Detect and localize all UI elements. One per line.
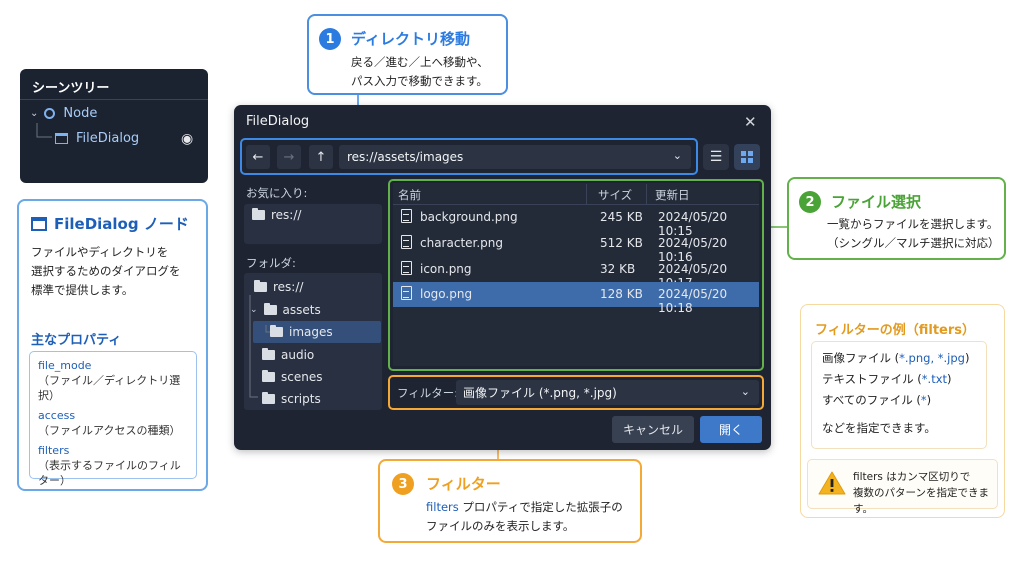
back-button[interactable]: ← [246, 145, 270, 169]
note-text: filters はカンマ区切りで 複数のパターンを指定できます。 [853, 471, 989, 515]
filter-example-list: 画像ファイル (*.png, *.jpg) テキストファイル (*.txt) す… [811, 341, 987, 449]
card-description: ファイルやディレクトリを 選択するためのダイアログを 標準で提供します。 [31, 245, 181, 297]
open-button[interactable]: 開く [700, 416, 762, 443]
tree-item-label: Node [63, 106, 98, 121]
file-icon [401, 235, 412, 249]
step-number: 2 [799, 191, 821, 213]
callout-text: filters プロパティで指定した拡張子の ファイルのみを表示します。 [426, 500, 623, 533]
file-row[interactable]: character.png 512 KB 2024/05/20 10:16 [393, 231, 759, 264]
window-icon [31, 216, 47, 231]
callout-text: 戻る／進む／上へ移動や、 パス入力で移動できます。 [351, 55, 489, 88]
divider [20, 99, 208, 100]
column-separator [586, 184, 587, 204]
file-icon [401, 261, 412, 275]
tree-item-label: FileDialog [76, 131, 140, 146]
prop-name: filters [38, 444, 70, 457]
chevron-down-icon: ⌄ [250, 305, 258, 315]
dialog-title: FileDialog [246, 114, 310, 129]
favorite-item[interactable]: res:// [252, 208, 301, 222]
eye-icon[interactable]: ◉ [181, 131, 193, 147]
folder-item[interactable]: images [270, 325, 333, 339]
tree-connector [36, 123, 52, 138]
chevron-down-icon: ⌄ [30, 108, 39, 119]
callout-filter: 3 フィルター filters プロパティで指定した拡張子の ファイルのみを表示… [378, 459, 642, 543]
favorites-label: お気に入り: [246, 186, 308, 200]
warning-icon [818, 471, 846, 495]
window-icon [55, 133, 68, 144]
file-icon [401, 209, 412, 223]
callout-text: 一覧からファイルを選択します。 （シングル／マルチ選択に対応） [827, 217, 1000, 250]
callout-title: ディレクトリ移動 [351, 30, 470, 48]
step-number: 1 [319, 28, 341, 50]
filter-label: フィルター: [397, 386, 459, 400]
note-box: filters はカンマ区切りで 複数のパターンを指定できます。 [807, 459, 998, 515]
column-header-name[interactable]: 名前 [398, 187, 421, 203]
folder-icon [252, 208, 265, 220]
filter-select[interactable]: 画像ファイル (*.png, *.jpg) ⌄ [456, 380, 759, 405]
path-input[interactable]: res://assets/images ⌄ [339, 145, 691, 169]
folder-item[interactable]: ⌄ assets [250, 303, 321, 317]
callout-file-selection: 2 ファイル選択 一覧からファイルを選択します。 （シングル／マルチ選択に対応） [787, 177, 1006, 260]
callout-title: フィルター [426, 475, 501, 493]
folder-item[interactable]: audio [262, 348, 314, 362]
chevron-down-icon: ⌄ [740, 385, 750, 398]
prop-name: access [38, 409, 76, 422]
up-button[interactable]: ↑ [309, 145, 333, 169]
node-circle-icon [44, 108, 56, 119]
card-title: FileDialog ノード [31, 213, 189, 234]
folder-item[interactable]: res:// [254, 280, 303, 294]
file-dialog-window: FileDialog ✕ ← → ↑ res://assets/images ⌄… [234, 105, 771, 450]
folders-label: フォルダ: [246, 256, 296, 270]
filter-examples-card: フィルターの例（filters） 画像ファイル (*.png, *.jpg) テ… [800, 304, 1005, 518]
filedialog-node-card: FileDialog ノード ファイルやディレクトリを 選択するためのダイアログ… [17, 199, 208, 491]
file-row[interactable]: icon.png 32 KB 2024/05/20 10:17 [393, 257, 759, 290]
callout-directory-navigation: 1 ディレクトリ移動 戻る／進む／上へ移動や、 パス入力で移動できます。 [307, 14, 508, 95]
chevron-down-icon: ⌄ [672, 149, 682, 162]
scene-tree-title: シーンツリー [32, 81, 110, 96]
props-title: 主なプロパティ [31, 333, 122, 348]
prop-desc: （表示するファイルのフィルター） [38, 459, 181, 487]
folder-icon [263, 303, 277, 315]
folder-item[interactable]: scripts [262, 392, 321, 406]
forward-button[interactable]: → [277, 145, 301, 169]
close-icon[interactable]: ✕ [744, 113, 757, 131]
grid-view-icon[interactable] [734, 144, 760, 170]
list-view-icon[interactable]: ☰ [703, 144, 729, 170]
folder-icon [262, 392, 275, 404]
tree-item-filedialog[interactable]: FileDialog [55, 131, 139, 146]
tree-item-node[interactable]: ⌄ Node [30, 106, 97, 121]
callout-title: ファイル選択 [831, 193, 922, 211]
props-list: file_mode （ファイル／ディレクトリ選択） access （ファイルアク… [29, 351, 197, 487]
folder-item[interactable]: scenes [262, 370, 322, 384]
step-number: 3 [392, 473, 414, 495]
file-row-selected[interactable]: logo.png 128 KB 2024/05/20 10:18 [393, 282, 759, 315]
folder-icon [254, 280, 267, 292]
folder-icon [262, 348, 275, 360]
folder-icon [262, 370, 275, 382]
prop-name: file_mode [38, 359, 92, 372]
column-separator [646, 184, 647, 204]
cancel-button[interactable]: キャンセル [612, 416, 694, 443]
column-header-modified[interactable]: 更新日 [655, 187, 690, 203]
prop-desc: （ファイル／ディレクトリ選択） [38, 374, 181, 402]
file-row[interactable]: background.png 245 KB 2024/05/20 10:15 [393, 205, 759, 238]
scene-tree-panel: シーンツリー ⌄ Node FileDialog ◉ [20, 69, 208, 183]
file-icon [401, 286, 412, 300]
folder-icon [270, 325, 283, 337]
column-header-size[interactable]: サイズ [598, 187, 632, 203]
prop-desc: （ファイルアクセスの種類） [38, 424, 181, 437]
card-title: フィルターの例（filters） [815, 323, 976, 338]
